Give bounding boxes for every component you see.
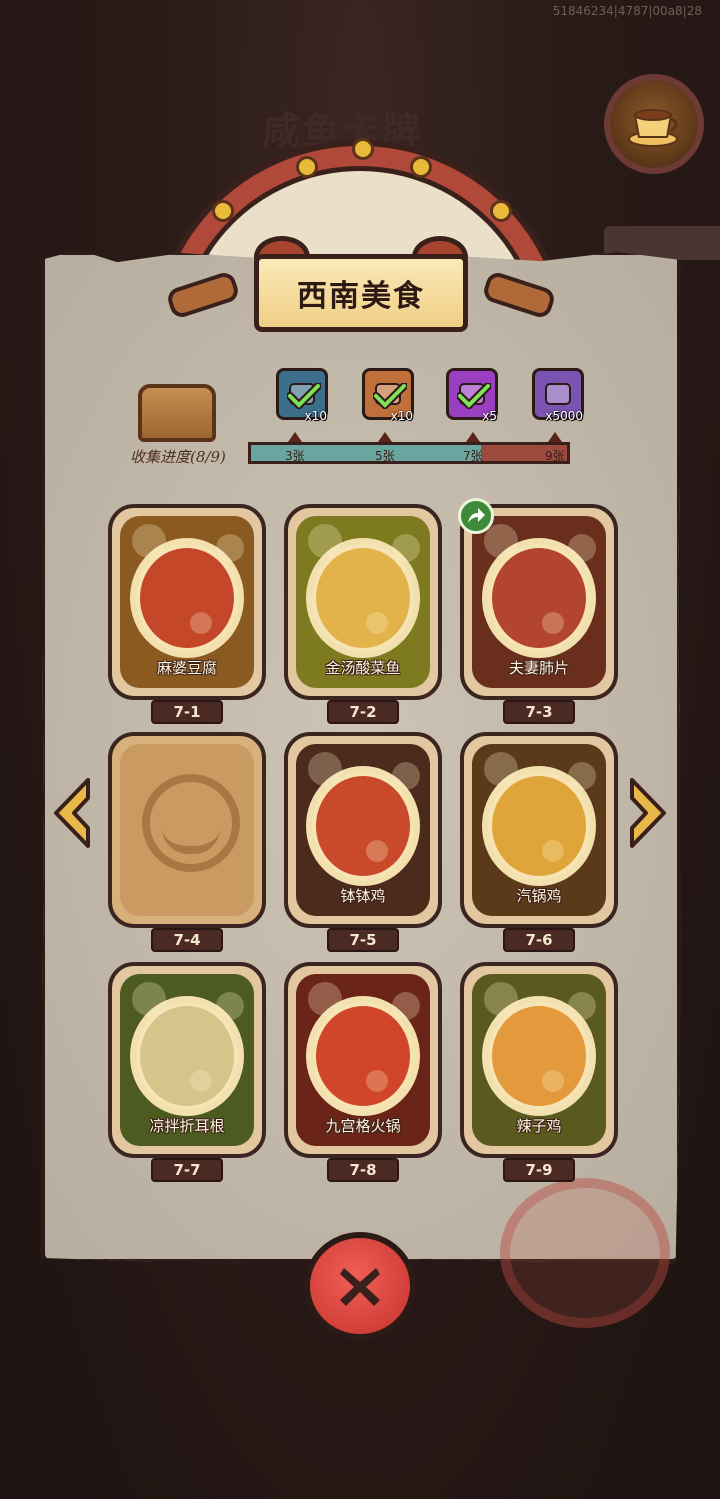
- dish-name: 凉拌折耳根: [149, 1117, 225, 1135]
- dish-card[interactable]: 夫妻肺片: [460, 504, 618, 700]
- locked-dish-card[interactable]: [108, 732, 266, 928]
- coffee-cup-icon: [628, 109, 678, 147]
- dish-card[interactable]: 金汤酸菜鱼: [284, 504, 442, 700]
- milestone-label: 3张: [285, 449, 305, 463]
- dish-card[interactable]: 辣子鸡: [460, 962, 618, 1158]
- dish-card[interactable]: 麻婆豆腐: [108, 504, 266, 700]
- prev-page-arrow-icon[interactable]: [48, 776, 94, 850]
- crystal-icon: [545, 383, 571, 405]
- dish-illustration: 钵钵鸡: [296, 744, 430, 916]
- collection-progress-label: 收集进度(8/9): [130, 448, 226, 466]
- dish-name: 九宫格火锅: [325, 1117, 401, 1135]
- reward-quantity: x10: [390, 409, 413, 423]
- dish-card[interactable]: 钵钵鸡: [284, 732, 442, 928]
- milestone-label: 9张: [545, 449, 565, 463]
- dish-card[interactable]: 九宫格火锅: [284, 962, 442, 1158]
- milestone-label: 7张: [463, 449, 483, 463]
- share-button[interactable]: [458, 498, 494, 534]
- dish-card[interactable]: 凉拌折耳根: [108, 962, 266, 1158]
- dish-illustration: 麻婆豆腐: [120, 516, 254, 688]
- dish-illustration: 凉拌折耳根: [120, 974, 254, 1146]
- card-number-label: 7-1: [151, 700, 223, 724]
- share-arrow-icon: [468, 508, 485, 523]
- milestone-marker: [548, 432, 562, 442]
- milestone-label: 5张: [375, 449, 395, 463]
- checkmark-icon: [457, 383, 491, 409]
- treasure-chest-reward[interactable]: x10: [276, 368, 328, 423]
- card-number-label: 7-3: [503, 700, 575, 724]
- dish-card[interactable]: 汽锅鸡: [460, 732, 618, 928]
- coffee-cup-button[interactable]: [604, 74, 704, 174]
- dish-illustration: [120, 744, 254, 916]
- milestone-marker: [466, 432, 480, 442]
- dish-illustration: 夫妻肺片: [472, 516, 606, 688]
- next-page-arrow-icon[interactable]: [626, 776, 672, 850]
- stamp-seal: [500, 1178, 670, 1328]
- banner-title: 西南美食: [297, 279, 425, 314]
- dish-name: 金汤酸菜鱼: [325, 659, 401, 677]
- reward-quantity: x5000: [545, 409, 583, 423]
- checkmark-icon: [287, 383, 321, 409]
- collection-progress-bar: 3张 5张 7张 9张: [248, 432, 570, 464]
- dish-name: 辣子鸡: [516, 1117, 562, 1135]
- milestone-marker: [288, 432, 302, 442]
- debug-id-text: 51846234|4787|00a8|28: [552, 4, 702, 18]
- dish-illustration: 汽锅鸡: [472, 744, 606, 916]
- gem-orb-reward[interactable]: x5: [446, 368, 498, 423]
- dish-name: 麻婆豆腐: [156, 659, 217, 677]
- dish-illustration: 辣子鸡: [472, 974, 606, 1146]
- card-number-label: 7-2: [327, 700, 399, 724]
- card-number-label: 7-4: [151, 928, 223, 952]
- card-number-label: 7-5: [327, 928, 399, 952]
- close-icon: [340, 1268, 380, 1306]
- crystal-reward[interactable]: x5000: [532, 368, 584, 423]
- reward-quantity: x10: [304, 409, 327, 423]
- key-reward[interactable]: x10: [362, 368, 414, 423]
- title-banner: 西南美食: [165, 236, 557, 350]
- card-number-label: 7-6: [503, 928, 575, 952]
- card-number-label: 7-7: [151, 1158, 223, 1182]
- locked-placeholder-icon: [142, 774, 240, 872]
- reward-quantity: x5: [482, 409, 497, 423]
- dish-name: 夫妻肺片: [508, 659, 569, 677]
- dish-illustration: 金汤酸菜鱼: [296, 516, 430, 688]
- card-number-label: 7-8: [327, 1158, 399, 1182]
- collection-box-icon: [138, 384, 216, 442]
- dish-name: 汽锅鸡: [516, 887, 562, 905]
- close-button[interactable]: [304, 1232, 416, 1340]
- checkmark-icon: [373, 383, 407, 409]
- milestone-marker: [378, 432, 392, 442]
- card-number-label: 7-9: [503, 1158, 575, 1182]
- dish-illustration: 九宫格火锅: [296, 974, 430, 1146]
- dish-name: 钵钵鸡: [340, 887, 386, 905]
